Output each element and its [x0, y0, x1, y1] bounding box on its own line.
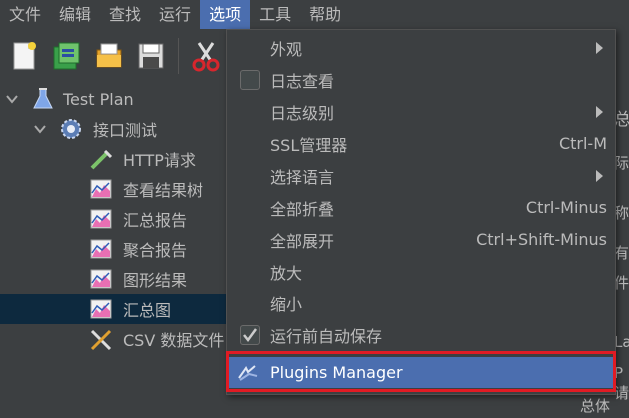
menu-item-label: 运行前自动保存 [270, 326, 383, 346]
tree-node[interactable]: 接口测试 [0, 114, 240, 144]
gear-icon [61, 119, 81, 139]
tree-node[interactable]: 图形结果 [0, 264, 240, 294]
menu-file[interactable]: 文件 [0, 0, 50, 29]
menu-help[interactable]: 帮助 [300, 0, 350, 29]
menu-item-label: 全部折叠 [270, 199, 335, 219]
submenu-arrow-icon [596, 41, 603, 54]
toolbar-separator [178, 38, 179, 74]
menu-run[interactable]: 运行 [150, 0, 200, 29]
tree-node-label: 聚合报告 [123, 241, 188, 260]
panel-text-fragment: 总体 [580, 397, 611, 415]
checkbox-checked-icon[interactable] [240, 324, 260, 345]
menu-item-shortcut: Ctrl+Shift-Minus [476, 230, 607, 249]
tree-node-label: 汇总报告 [123, 211, 188, 230]
menu-item-label: 外观 [270, 39, 303, 59]
menu-item-zoom-out[interactable]: 缩小 [227, 287, 615, 318]
chart-icon [90, 269, 112, 289]
menu-item-collapse-all[interactable]: 全部折叠 Ctrl-Minus [227, 192, 615, 223]
menu-item-ssl-manager[interactable]: SSL管理器 Ctrl-M [227, 128, 615, 159]
panel-text-fragment: 际: [614, 154, 629, 172]
tools-icon [90, 329, 112, 351]
menu-options[interactable]: 选项 [200, 0, 251, 29]
menu-search[interactable]: 查找 [100, 0, 150, 29]
panel-text-fragment: 件 [614, 274, 629, 292]
tree-node-label: 汇总图 [123, 301, 172, 320]
menu-item-log-level[interactable]: 日志级别 [227, 96, 615, 127]
options-menu-popup: 外观 日志查看 日志级别 SSL管理器 Ctrl-M 选择语言 全部折叠 Ctr… [226, 29, 616, 395]
menu-item-zoom-in[interactable]: 放大 [227, 256, 615, 287]
tree-node-label: HTTP请求 [123, 151, 196, 170]
tree-node[interactable]: 汇总报告 [0, 204, 240, 234]
new-icon[interactable] [8, 39, 42, 73]
chart-icon [90, 209, 112, 229]
menu-item-save-before-run[interactable]: 运行前自动保存 [227, 319, 615, 350]
panel-title-fragment: 总 [614, 110, 629, 130]
chart-icon [90, 179, 112, 199]
tree-node-label: CSV 数据文件 [123, 331, 225, 350]
tree-node[interactable]: 聚合报告 [0, 234, 240, 264]
menu-item-shortcut: Ctrl-Minus [525, 198, 607, 217]
chevron-down-icon[interactable] [34, 123, 46, 135]
checkmark-icon [243, 327, 258, 342]
tree-node-label: 图形结果 [123, 271, 188, 290]
menu-item-plugins-manager[interactable]: Plugins Manager [227, 357, 615, 388]
chevron-down-icon[interactable] [6, 93, 18, 105]
menu-tools[interactable]: 工具 [250, 0, 300, 29]
menu-item-label: 日志级别 [270, 103, 335, 123]
menu-item-label: 选择语言 [270, 167, 335, 187]
menu-bar: 文件 编辑 查找 运行 选项 工具 帮助 [0, 0, 629, 29]
tree-node-label: 查看结果树 [123, 181, 204, 200]
menu-item-label: 放大 [270, 263, 303, 283]
tree-node-label: 接口测试 [93, 121, 158, 140]
flask-icon [33, 88, 53, 109]
cut-icon[interactable] [189, 39, 223, 73]
save-icon[interactable] [134, 39, 168, 73]
panel-text-fragment: 有 [614, 244, 629, 262]
menu-item-label: 日志查看 [270, 71, 335, 91]
menu-item-label: SSL管理器 [270, 135, 348, 155]
tree-node-selected[interactable]: 汇总图 [0, 294, 240, 324]
submenu-arrow-icon [596, 169, 603, 182]
chart-icon [90, 299, 112, 319]
tree-node[interactable]: 查看结果树 [0, 174, 240, 204]
plugins-manager-icon [238, 365, 258, 381]
tree-node[interactable]: HTTP请求 [0, 144, 240, 174]
menu-item-appearance[interactable]: 外观 [227, 32, 615, 63]
panel-text-fragment: La [614, 333, 629, 351]
menu-item-label: 全部展开 [270, 231, 335, 251]
menu-item-shortcut: Ctrl-M [558, 134, 607, 153]
menu-item-label: 缩小 [270, 294, 303, 314]
tree-node-label: Test Plan [63, 89, 134, 109]
menu-item-expand-all[interactable]: 全部展开 Ctrl+Shift-Minus [227, 224, 615, 255]
menu-edit[interactable]: 编辑 [50, 0, 100, 29]
tree-node[interactable]: Test Plan [0, 84, 240, 114]
menu-item-label: Plugins Manager [270, 363, 403, 382]
pipette-icon [90, 149, 113, 170]
templates-icon[interactable] [50, 39, 84, 73]
tree-node[interactable]: CSV 数据文件 [0, 324, 240, 354]
chart-icon [90, 239, 112, 259]
submenu-arrow-icon [596, 105, 603, 118]
menu-item-log-viewer[interactable]: 日志查看 [227, 64, 615, 95]
checkbox-icon[interactable] [240, 69, 260, 90]
panel-text-fragment: 称: [614, 204, 629, 222]
menu-item-choose-language[interactable]: 选择语言 [227, 160, 615, 191]
panel-text-fragment: P请 [614, 364, 629, 402]
test-plan-tree: Test Plan 接口测试 HTTP请求 查看结果树 汇总报告 聚合报告 图形… [0, 84, 240, 418]
open-icon[interactable] [92, 39, 126, 73]
